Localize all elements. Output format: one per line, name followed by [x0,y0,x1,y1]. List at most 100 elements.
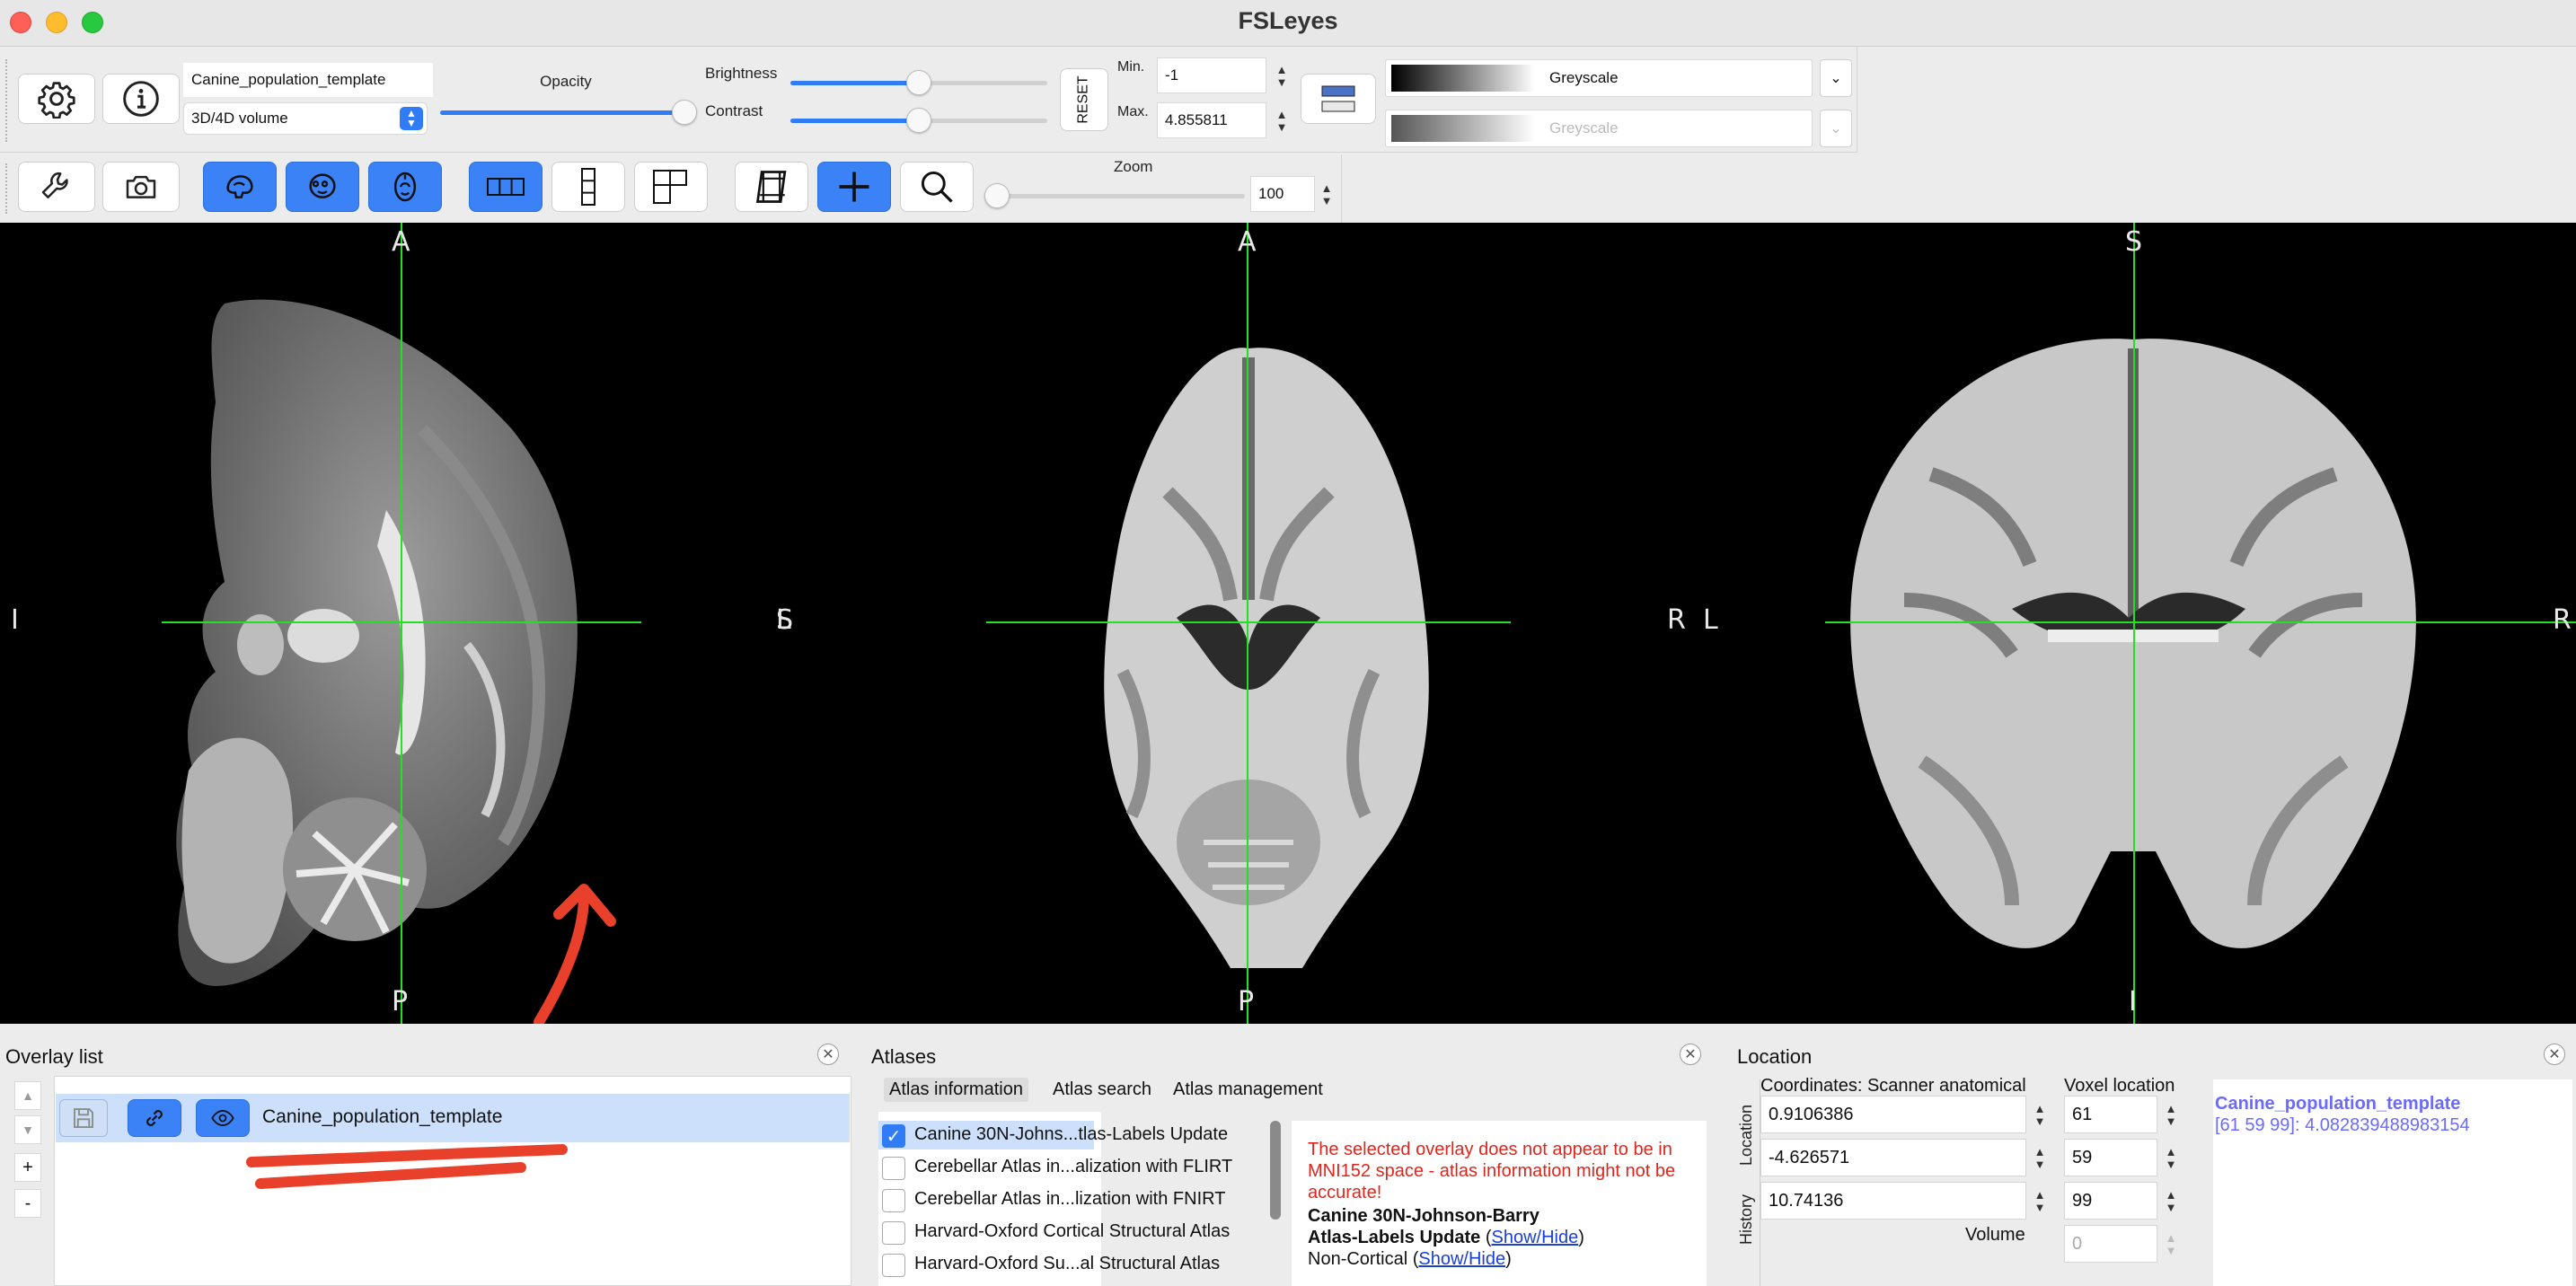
atlas-checkbox-2[interactable] [882,1189,905,1212]
atlas-item-2[interactable]: Cerebellar Atlas in...lization with FNIR… [914,1189,1225,1210]
eye-icon [211,1109,234,1127]
coord-y-stepper[interactable]: ▲ ▼ [2030,1141,2050,1176]
negative-colormap-dropdown-button[interactable]: ⌄ [1820,110,1852,147]
coord-z-stepper[interactable]: ▲ ▼ [2030,1184,2050,1220]
toggle-axial-button[interactable] [368,162,442,212]
atlas-item-0[interactable]: Canine 30N-Johns...tlas-Labels Update [914,1124,1228,1145]
toggle-sagittal-button[interactable] [203,162,277,212]
negative-colormap-select[interactable]: Greyscale [1385,110,1813,147]
show-hide-link[interactable]: Show/Hide [1491,1228,1578,1247]
axial-top-label: A [1238,226,1257,258]
colormap-select[interactable]: Greyscale [1385,59,1813,97]
opacity-slider-knob[interactable] [672,100,697,125]
checkmark-icon: ✓ [886,1126,902,1147]
opacity-slider-fill [440,110,684,115]
overlay-type-select[interactable]: 3D/4D volume ▲ ▼ [183,102,428,135]
contrast-slider[interactable] [790,108,1047,133]
zoom-label: Zoom [1114,158,1153,175]
tab-atlas-information[interactable]: Atlas information [884,1078,1028,1102]
close-overlay-list-button[interactable]: ✕ [817,1044,839,1065]
toolbar-grip[interactable] [5,163,9,214]
atlas-checkbox-1[interactable] [882,1157,905,1180]
zoom-slider-knob[interactable] [984,183,1010,208]
min-stepper[interactable]: ▲ ▼ [1272,59,1292,93]
axial-bottom-label: P [1238,986,1255,1017]
info-button[interactable] [102,74,180,124]
sagittal-brain-slice [176,299,578,986]
max-label: Max. [1117,104,1149,119]
sagittal-view[interactable]: A P I S [0,223,826,1024]
colormap-dropdown-button[interactable]: ⌄ [1820,59,1852,97]
atlas-checkbox-4[interactable] [882,1254,905,1277]
coronal-view[interactable]: S I L R [1689,223,2576,1024]
chevron-down-icon: ⌄ [1830,71,1842,86]
volume-stepper[interactable]: ▲ ▼ [2161,1227,2181,1263]
tab-atlas-management[interactable]: Atlas management [1173,1079,1323,1100]
brightness-slider[interactable] [790,70,1047,95]
screenshot-button[interactable] [102,162,180,212]
contrast-slider-knob[interactable] [906,108,931,133]
add-overlay-button[interactable]: + [14,1153,41,1182]
tab-history[interactable]: History [1737,1194,1756,1245]
axial-view[interactable]: A P L R [776,223,1689,1024]
atlas-item-4[interactable]: Harvard-Oxford Su...al Structural Atlas [914,1254,1220,1274]
link-overlay-button[interactable] [128,1099,181,1137]
tab-location[interactable]: Location [1737,1105,1756,1166]
atlas-info-name-line2: Atlas-Labels Update [1308,1228,1481,1247]
overlay-item-name: Canine_population_template [262,1106,503,1127]
voxel-z-stepper[interactable]: ▲ ▼ [2161,1184,2181,1220]
move-up-button[interactable]: ▲ [14,1081,41,1110]
overlay-name-field[interactable]: Canine_population_template [183,63,433,97]
magnifier-icon [921,171,953,203]
ortho-canvas[interactable]: A P I S A P L R S I L R [0,223,2576,1024]
reset-button[interactable]: RESET [1060,68,1108,131]
zoom-input[interactable]: 100 [1250,176,1315,212]
coord-x-stepper[interactable]: ▲ ▼ [2030,1097,2050,1133]
save-overlay-button[interactable] [59,1099,108,1137]
zoom-stepper[interactable]: ▲ ▼ [1317,178,1337,212]
sagittal-crosshair-vertical [401,223,402,1024]
min-input[interactable]: -1 [1157,57,1266,93]
horizontal-layout-button[interactable] [469,162,543,212]
toggle-cursor-button[interactable] [817,162,891,212]
brightness-slider-knob[interactable] [906,70,931,95]
atlas-item-1[interactable]: Cerebellar Atlas in...alization with FLI… [914,1157,1232,1177]
view-settings-button[interactable] [18,162,95,212]
close-location-button[interactable]: ✕ [2544,1044,2565,1065]
voxel-z-input[interactable]: 99 [2064,1182,2157,1220]
red-arrow-annotation [534,884,616,1024]
reset-zoom-button[interactable] [900,162,974,212]
vertical-layout-button[interactable] [551,162,625,212]
coord-y-input[interactable]: -4.626571 [1760,1139,2026,1176]
coord-z-input[interactable]: 10.74136 [1760,1182,2026,1220]
show-hide-link-non-cortical[interactable]: Show/Hide [1418,1249,1505,1269]
coord-x-input[interactable]: 0.9106386 [1760,1096,2026,1133]
max-input[interactable]: 4.855811 [1157,102,1266,138]
settings-button[interactable] [18,74,95,124]
close-atlases-button[interactable]: ✕ [1680,1044,1701,1065]
opacity-slider[interactable] [440,100,697,125]
volume-input[interactable]: 0 [2064,1225,2157,1263]
max-stepper[interactable]: ▲ ▼ [1272,104,1292,138]
voxel-y-input[interactable]: 59 [2064,1139,2157,1176]
tab-atlas-search[interactable]: Atlas search [1053,1079,1151,1100]
overlay-list-item[interactable]: Canine_population_template [56,1094,850,1142]
atlas-item-3[interactable]: Harvard-Oxford Cortical Structural Atlas [914,1221,1230,1242]
axial-right-label: R [1667,604,1686,636]
toolbar-grip[interactable] [5,59,9,142]
toggle-coronal-button[interactable] [286,162,359,212]
zoom-slider[interactable] [984,183,1245,208]
movie-mode-button[interactable] [735,162,808,212]
move-down-button[interactable]: ▼ [14,1115,41,1144]
voxel-x-input[interactable]: 61 [2064,1096,2157,1133]
atlas-checkbox-0[interactable]: ✓ [882,1124,905,1148]
toggle-visibility-button[interactable] [196,1099,250,1137]
atlas-list-scrollbar[interactable] [1270,1121,1281,1220]
voxel-y-stepper[interactable]: ▲ ▼ [2161,1141,2181,1176]
coronal-crosshair-vertical [2133,223,2135,1024]
invert-colormap-button[interactable] [1301,74,1376,124]
atlas-checkbox-3[interactable] [882,1221,905,1245]
remove-overlay-button[interactable]: - [14,1189,41,1218]
voxel-x-stepper[interactable]: ▲ ▼ [2161,1097,2181,1133]
grid-layout-button[interactable] [634,162,708,212]
